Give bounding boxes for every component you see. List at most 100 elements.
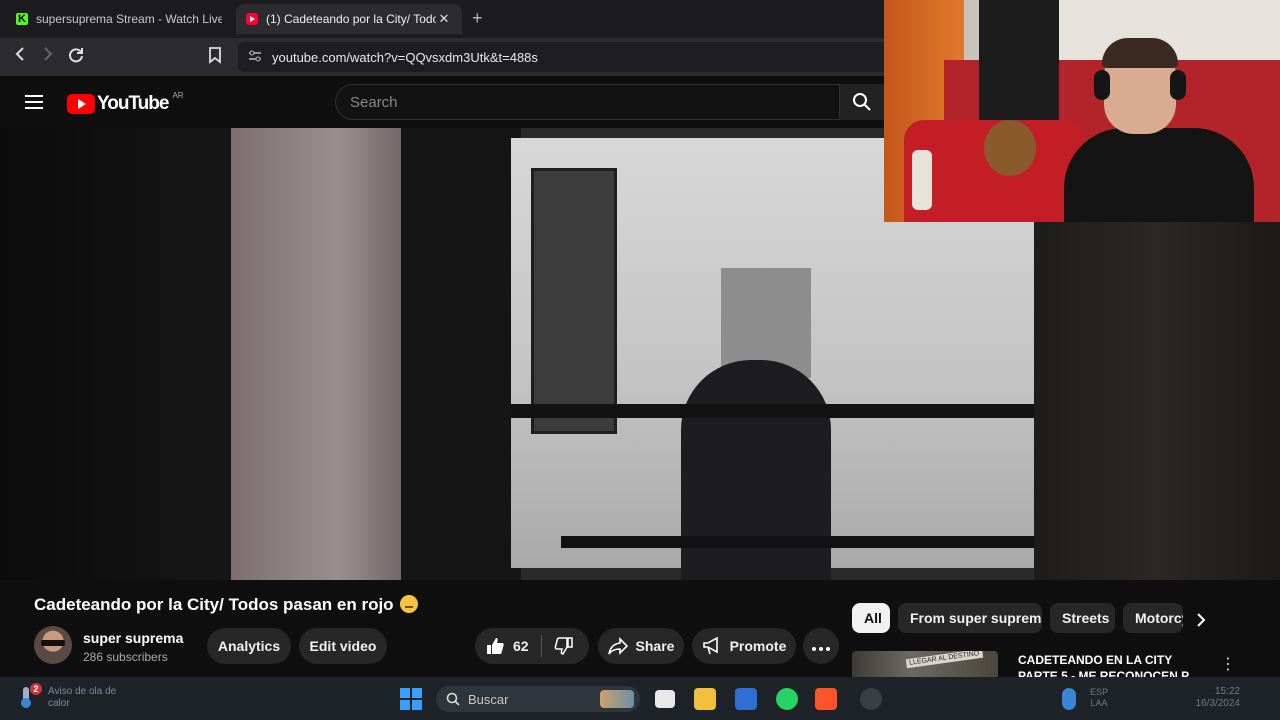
webcam-bottle [912, 150, 932, 210]
notification-badge: 2 [30, 683, 42, 695]
weather-line: calor [48, 698, 70, 709]
chip-label: From super suprema [910, 610, 1042, 626]
youtube-play-icon [67, 94, 95, 114]
search-input[interactable]: Search [335, 84, 840, 120]
chip-label: Streets [1062, 610, 1110, 626]
stream-background [1034, 222, 1280, 580]
bookmark-icon[interactable] [208, 46, 222, 69]
thumbnail-caption: LLEGAR AL DESTINO [905, 651, 983, 669]
webcam-door [979, 0, 1059, 120]
megaphone-icon [702, 637, 722, 655]
eye-roll-emoji-icon [399, 595, 418, 613]
like-dislike-group: 62 [475, 628, 589, 664]
related-video-thumbnail[interactable]: LLEGAR AL DESTINO [852, 651, 998, 677]
tab-title: (1) Cadeteando por la City/ Todos [266, 12, 436, 26]
analytics-label: Analytics [217, 638, 281, 654]
streamer-shirt [1064, 128, 1254, 222]
chip-streets[interactable]: Streets [1050, 603, 1115, 633]
video-fridge [531, 168, 617, 434]
new-tab-icon[interactable]: + [472, 8, 483, 29]
video-wall [231, 128, 411, 580]
clock-time: 15:22 [1214, 686, 1240, 697]
headphones-icon [1094, 70, 1110, 100]
microsoft-store-icon[interactable] [735, 688, 757, 710]
forward-icon[interactable] [41, 46, 55, 67]
chip-motorcycles[interactable]: Motorcy [1123, 603, 1183, 633]
menu-icon[interactable] [25, 95, 43, 113]
more-vertical-icon[interactable]: ⋮ [1220, 654, 1236, 674]
browser-toolbar: youtube.com/watch?v=QQvsxdm3Utk&t=488s [0, 38, 884, 76]
subscriber-count: 286 subscribers [83, 650, 168, 664]
url-text: youtube.com/watch?v=QQvsxdm3Utk&t=488s [272, 49, 538, 65]
like-icon[interactable] [485, 636, 505, 656]
windows-taskbar: 2 Aviso de ola de calor Buscar ESP LAA 1… [0, 677, 1280, 720]
webcam-streamer [1064, 38, 1254, 222]
chip-from-channel[interactable]: From super suprema [898, 603, 1042, 633]
streamer-hair [1102, 38, 1178, 68]
related-video-title[interactable]: CADETEANDO EN LA CITY PARTE 5 - ME RECON… [1018, 652, 1198, 677]
app-icon[interactable] [860, 688, 882, 710]
search-placeholder: Search [350, 93, 398, 111]
site-settings-icon[interactable] [238, 50, 272, 65]
address-bar[interactable]: youtube.com/watch?v=QQvsxdm3Utk&t=488s [238, 42, 884, 72]
analytics-button[interactable]: Analytics [207, 628, 291, 664]
webcam-plush-bear [984, 120, 1036, 176]
divider [540, 635, 542, 657]
youtube-logo[interactable]: YouTube AR [67, 90, 184, 115]
video-player[interactable] [0, 128, 1034, 580]
like-count: 62 [513, 638, 529, 654]
video-gate-bar [561, 536, 1034, 548]
weather-line: Aviso de ola de [48, 686, 117, 697]
chip-all[interactable]: All [852, 603, 890, 633]
close-tab-icon[interactable]: ✕ [436, 11, 452, 27]
reload-icon[interactable] [67, 46, 85, 69]
more-actions-button[interactable] [803, 628, 839, 664]
browser-tab-strip: K supersuprema Stream - Watch Live on (1… [0, 0, 884, 38]
promote-label: Promote [729, 638, 787, 654]
back-icon[interactable] [13, 46, 27, 67]
search-icon [446, 692, 460, 706]
promote-button[interactable]: Promote [692, 628, 796, 664]
tab-youtube-video[interactable]: (1) Cadeteando por la City/ Todos ✕ [236, 4, 462, 34]
video-title-text: Cadeteando por la City/ Todos pasan en r… [34, 595, 394, 614]
taskbar-search-label: Buscar [468, 691, 509, 707]
channel-avatar[interactable] [34, 626, 72, 664]
logo-text: YouTube [97, 93, 169, 114]
youtube-icon [246, 13, 258, 25]
share-button[interactable]: Share [598, 628, 684, 664]
share-label: Share [635, 638, 675, 654]
input-language[interactable]: ESP LAA [1090, 687, 1108, 709]
video-gate-bar [511, 404, 1034, 418]
whatsapp-icon[interactable] [776, 688, 798, 710]
edit-video-button[interactable]: Edit video [299, 628, 387, 664]
tab-kick-stream[interactable]: K supersuprema Stream - Watch Live on [6, 4, 232, 34]
share-icon [607, 637, 628, 655]
more-horizontal-icon [812, 638, 830, 654]
language-line: ESP [1090, 687, 1109, 697]
taskbar-search[interactable]: Buscar [436, 686, 640, 712]
video-doorframe [401, 128, 521, 580]
country-code: AR [172, 90, 184, 100]
file-explorer-icon[interactable] [694, 688, 716, 710]
brave-browser-icon[interactable] [815, 688, 837, 710]
player-letterbox [0, 128, 231, 580]
webcam-overlay [884, 0, 1280, 222]
chevron-right-icon[interactable] [1196, 612, 1206, 633]
search-highlight-icon [600, 690, 634, 708]
channel-name[interactable]: super suprema [83, 630, 183, 646]
search-icon [853, 93, 871, 111]
microphone-icon[interactable] [1062, 688, 1076, 710]
youtube-masthead: YouTube AR Search [0, 76, 884, 128]
dislike-icon[interactable] [554, 636, 574, 656]
task-view-icon[interactable] [655, 690, 675, 708]
system-clock[interactable]: 15:22 16/3/2024 [1180, 686, 1241, 710]
kick-icon: K [16, 13, 28, 25]
language-line: LAA [1090, 698, 1108, 708]
edit-video-label: Edit video [309, 638, 377, 654]
headphones-icon [1170, 70, 1186, 100]
chip-label: Motorcy [1135, 610, 1183, 626]
tab-title: supersuprema Stream - Watch Live on [36, 12, 222, 26]
windows-start-icon[interactable] [400, 688, 422, 710]
clock-date: 16/3/2024 [1195, 698, 1241, 709]
search-button[interactable] [840, 84, 884, 120]
